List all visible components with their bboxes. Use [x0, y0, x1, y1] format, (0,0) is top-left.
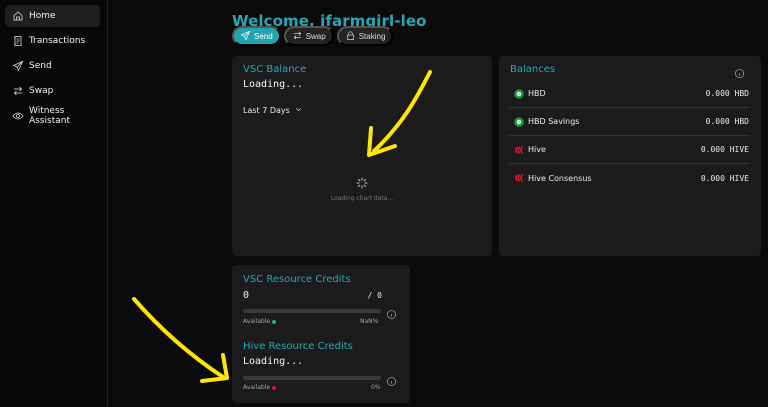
- vsc-resource-credits-title: VSC Resource Credits: [243, 274, 351, 285]
- staking-button-label: Staking: [358, 31, 386, 41]
- sidebar-item-label: Transactions: [29, 36, 86, 46]
- vsc-resource-credits-value: 0: [243, 290, 250, 301]
- sidebar-item-swap[interactable]: Swap: [5, 80, 100, 102]
- resource-credits-card: VSC Resource Credits 0 / 0 Available NaN…: [232, 265, 410, 403]
- range-select-label: Last 7 Days: [243, 106, 290, 115]
- swap-button-label: Swap: [305, 31, 326, 41]
- hive-available-label: Available: [243, 384, 277, 391]
- send-button-label: Send: [254, 31, 273, 41]
- balances-list: HBD 0.000 HBD HBD Savings 0.000 HBD Hive…: [509, 80, 749, 192]
- send-button[interactable]: Send: [232, 26, 281, 46]
- balance-row-hive-consensus[interactable]: Hive Consensus 0.000 HIVE: [509, 164, 749, 192]
- chevron-down-icon: [294, 105, 303, 116]
- token-amount: 0.000 HBD: [705, 117, 749, 126]
- token-name: Hive Consensus: [528, 173, 592, 183]
- hive-resource-credits-bar: [243, 376, 381, 380]
- info-icon[interactable]: [734, 64, 745, 78]
- vsc-credits-percent: NaN%: [360, 318, 379, 325]
- vsc-balance-title: VSC Balance: [243, 64, 307, 75]
- balance-row-hbd-savings[interactable]: HBD Savings 0.000 HBD: [509, 108, 749, 136]
- sidebar-item-label: Send: [29, 61, 52, 71]
- hive-icon: [514, 173, 524, 183]
- vsc-balance-status: Loading...: [243, 79, 304, 90]
- info-icon[interactable]: [386, 372, 397, 386]
- status-dot: [272, 319, 277, 324]
- status-dot: [272, 385, 277, 390]
- eye-icon: [12, 110, 24, 122]
- staking-button[interactable]: Staking: [336, 26, 394, 46]
- quick-actions: Send Swap Staking: [232, 26, 394, 46]
- loading-spinner-icon: [356, 174, 368, 189]
- hbd-icon: [514, 88, 524, 99]
- swap-icon: [12, 85, 24, 97]
- hive-resource-credits-title: Hive Resource Credits: [243, 341, 353, 352]
- vsc-available-label: Available: [243, 318, 277, 325]
- chart-loading-text: Loading chart data...: [330, 195, 394, 202]
- receipt-icon: [12, 35, 24, 47]
- hive-icon: [514, 145, 524, 155]
- hive-resource-credits-value: Loading...: [243, 356, 304, 367]
- sidebar-item-send[interactable]: Send: [5, 55, 100, 77]
- balances-card: Balances HBD 0.000 HBD HBD Savings 0.000…: [499, 56, 761, 256]
- token-amount: 0.000 HIVE: [700, 173, 749, 183]
- swap-icon: [292, 30, 303, 43]
- lock-icon: [345, 30, 356, 43]
- info-icon[interactable]: [386, 305, 397, 319]
- send-icon: [12, 60, 24, 72]
- token-name: HBD Savings: [528, 117, 580, 126]
- hbd-icon: [514, 116, 524, 127]
- sidebar-item-label: Swap: [29, 86, 54, 96]
- token-amount: 0.000 HIVE: [700, 145, 749, 154]
- sidebar-item-home[interactable]: Home: [5, 5, 100, 27]
- annotation-arrow-bottom: [127, 290, 238, 390]
- token-amount: 0.000 HBD: [705, 89, 749, 98]
- hive-credits-percent: 0%: [371, 384, 381, 391]
- vsc-resource-credits-bar: [243, 309, 381, 313]
- send-icon: [240, 30, 251, 43]
- range-select[interactable]: Last 7 Days: [243, 105, 303, 116]
- home-icon: [12, 10, 24, 22]
- token-name: Hive: [528, 145, 546, 154]
- sidebar-item-label: Witness Assistant: [29, 106, 71, 126]
- vsc-balance-card: VSC Balance Loading... Last 7 Days Loadi…: [232, 56, 492, 256]
- balance-row-hive[interactable]: Hive 0.000 HIVE: [509, 136, 749, 164]
- balances-title: Balances: [510, 64, 556, 75]
- sidebar-item-witness-assistant[interactable]: Witness Assistant: [5, 105, 100, 127]
- token-name: HBD: [528, 89, 546, 98]
- sidebar: Home Transactions Send Swap Witness Assi…: [0, 0, 108, 407]
- wallet-dashboard: Home Transactions Send Swap Witness Assi…: [0, 0, 768, 407]
- sidebar-item-label: Home: [29, 11, 56, 21]
- balance-row-hbd[interactable]: HBD 0.000 HBD: [509, 80, 749, 108]
- swap-button[interactable]: Swap: [283, 26, 334, 46]
- sidebar-item-transactions[interactable]: Transactions: [5, 30, 100, 52]
- vsc-resource-credits-max: / 0: [367, 291, 382, 300]
